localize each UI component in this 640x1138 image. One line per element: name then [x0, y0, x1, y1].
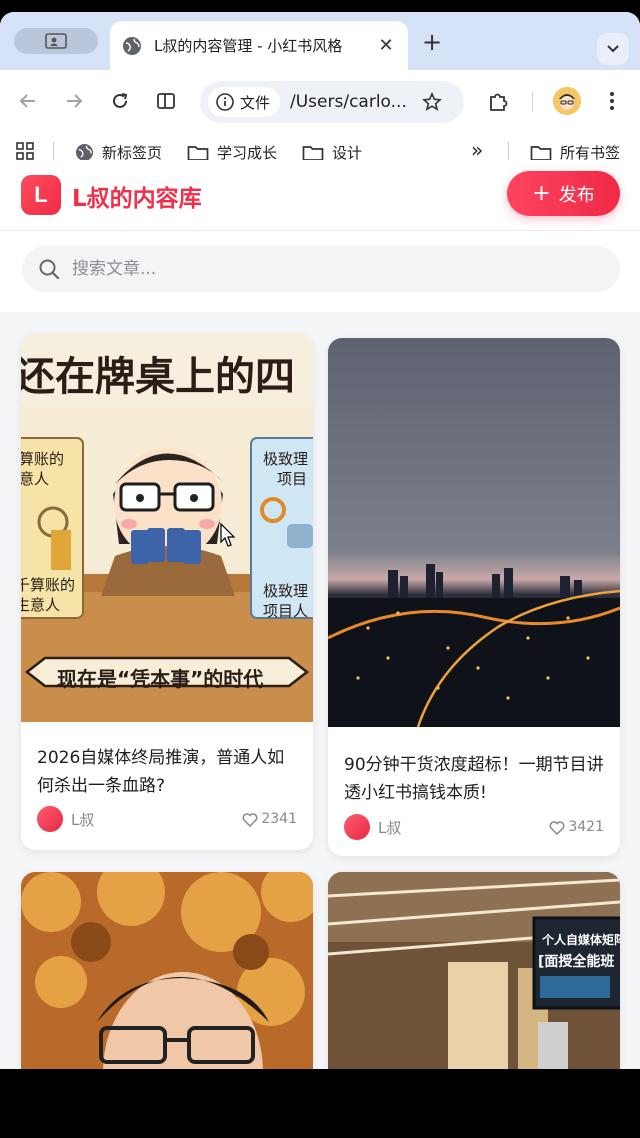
- bookmarks-overflow-icon[interactable]: »: [471, 138, 483, 162]
- article-cover-image[interactable]: 还在牌桌上的四 算账的 意人 千算账的 生意人 极致理 项目 极致理 项目人 现…: [21, 334, 313, 722]
- plus-icon: +: [532, 180, 551, 206]
- article-cover-image[interactable]: [21, 872, 313, 1069]
- cover-banner-text: 还在牌桌上的四: [21, 353, 295, 400]
- svg-text:项目: 项目: [277, 470, 307, 488]
- svg-text:算账的: 算账的: [21, 450, 64, 468]
- reading-mode-icon[interactable]: [154, 89, 178, 113]
- search-input[interactable]: [72, 259, 592, 279]
- screen-bottom-edge: [0, 1069, 640, 1138]
- author-avatar[interactable]: [344, 814, 370, 840]
- folder-icon: [302, 145, 324, 161]
- app-header: L L叔的内容库 + 发布: [0, 160, 640, 231]
- site-info-chip[interactable]: 文件: [208, 87, 281, 117]
- forward-icon[interactable]: [62, 89, 86, 113]
- profile-avatar[interactable]: [553, 87, 581, 115]
- article-card[interactable]: 还在牌桌上的四 算账的 意人 千算账的 生意人 极致理 项目 极致理 项目人 现…: [21, 334, 313, 850]
- browser-toolbar: 文件 /Users/carlo...: [0, 70, 640, 132]
- info-icon: [216, 93, 234, 111]
- apps-grid-icon[interactable]: [16, 142, 42, 160]
- svg-text:[面授全能班: [面授全能班: [538, 953, 614, 970]
- article-feed: 还在牌桌上的四 算账的 意人 千算账的 生意人 极致理 项目 极致理 项目人 现…: [0, 312, 640, 1069]
- tab-strip: L叔的内容管理 - 小红书风格 ✕ +: [0, 12, 640, 70]
- extensions-icon[interactable]: [486, 89, 510, 113]
- publish-button[interactable]: + 发布: [507, 171, 620, 216]
- article-title[interactable]: 2026自媒体终局推演，普通人如何杀出一条血路?: [21, 744, 313, 800]
- site-chip-label: 文件: [240, 93, 271, 112]
- chevron-down-icon: [607, 45, 619, 53]
- heart-icon: [242, 812, 258, 827]
- article-cover-image[interactable]: 个人自媒体矩阵 [面授全能班: [328, 872, 620, 1069]
- author-name[interactable]: L叔: [71, 809, 242, 830]
- search-icon: [39, 259, 60, 280]
- tab-search-button[interactable]: [597, 33, 629, 65]
- svg-text:千算账的: 千算账的: [21, 576, 75, 594]
- like-count[interactable]: 2341: [242, 811, 297, 827]
- svg-text:生意人: 生意人: [21, 596, 60, 614]
- article-meta: L叔 3421: [344, 814, 604, 840]
- author-name[interactable]: L叔: [378, 817, 549, 838]
- toolbar-divider: [532, 92, 533, 112]
- reload-icon[interactable]: [108, 89, 132, 113]
- active-tab[interactable]: L叔的内容管理 - 小红书风格 ✕: [110, 21, 408, 70]
- app-brand-title[interactable]: L叔的内容库: [72, 179, 202, 213]
- svg-text:个人自媒体矩阵: 个人自媒体矩阵: [541, 932, 620, 947]
- search-bar[interactable]: [22, 246, 620, 292]
- more-menu-icon[interactable]: [600, 89, 624, 113]
- back-icon[interactable]: [16, 89, 40, 113]
- svg-text:极致理: 极致理: [263, 582, 308, 600]
- app-logo[interactable]: L: [21, 175, 61, 215]
- folder-icon: [530, 145, 552, 161]
- bookmark-star-icon[interactable]: [420, 90, 444, 114]
- globe-icon: [122, 36, 142, 56]
- cover-ribbon-text: 现在是“凭本事”的时代: [57, 667, 263, 691]
- url-text[interactable]: /Users/carlo...: [290, 92, 412, 112]
- author-avatar[interactable]: [37, 806, 63, 832]
- like-count[interactable]: 3421: [549, 819, 604, 835]
- bookmarks-divider: [53, 142, 54, 162]
- publish-label: 发布: [558, 184, 595, 206]
- article-card[interactable]: 90分钟干货浓度超标！一期节目讲透小红书搞钱本质! L叔 3421: [328, 338, 620, 856]
- new-tab-icon[interactable]: +: [422, 30, 442, 54]
- address-bar[interactable]: 文件 /Users/carlo...: [200, 81, 464, 123]
- article-card[interactable]: [21, 872, 313, 1069]
- folder-icon: [187, 145, 209, 161]
- profile-switcher-button[interactable]: [14, 28, 98, 54]
- close-tab-icon[interactable]: ✕: [376, 35, 396, 56]
- svg-text:意人: 意人: [21, 470, 49, 488]
- heart-icon: [549, 820, 565, 835]
- svg-text:项目人: 项目人: [263, 602, 308, 620]
- profile-icon: [45, 33, 67, 49]
- article-cover-image[interactable]: [328, 338, 620, 727]
- article-card[interactable]: 个人自媒体矩阵 [面授全能班: [328, 872, 620, 1069]
- bookmarks-divider: [508, 142, 509, 162]
- search-section: [0, 232, 640, 312]
- article-title[interactable]: 90分钟干货浓度超标！一期节目讲透小红书搞钱本质!: [328, 751, 620, 807]
- svg-text:极致理: 极致理: [263, 450, 308, 468]
- article-meta: L叔 2341: [37, 806, 297, 832]
- tab-title: L叔的内容管理 - 小红书风格: [154, 37, 343, 55]
